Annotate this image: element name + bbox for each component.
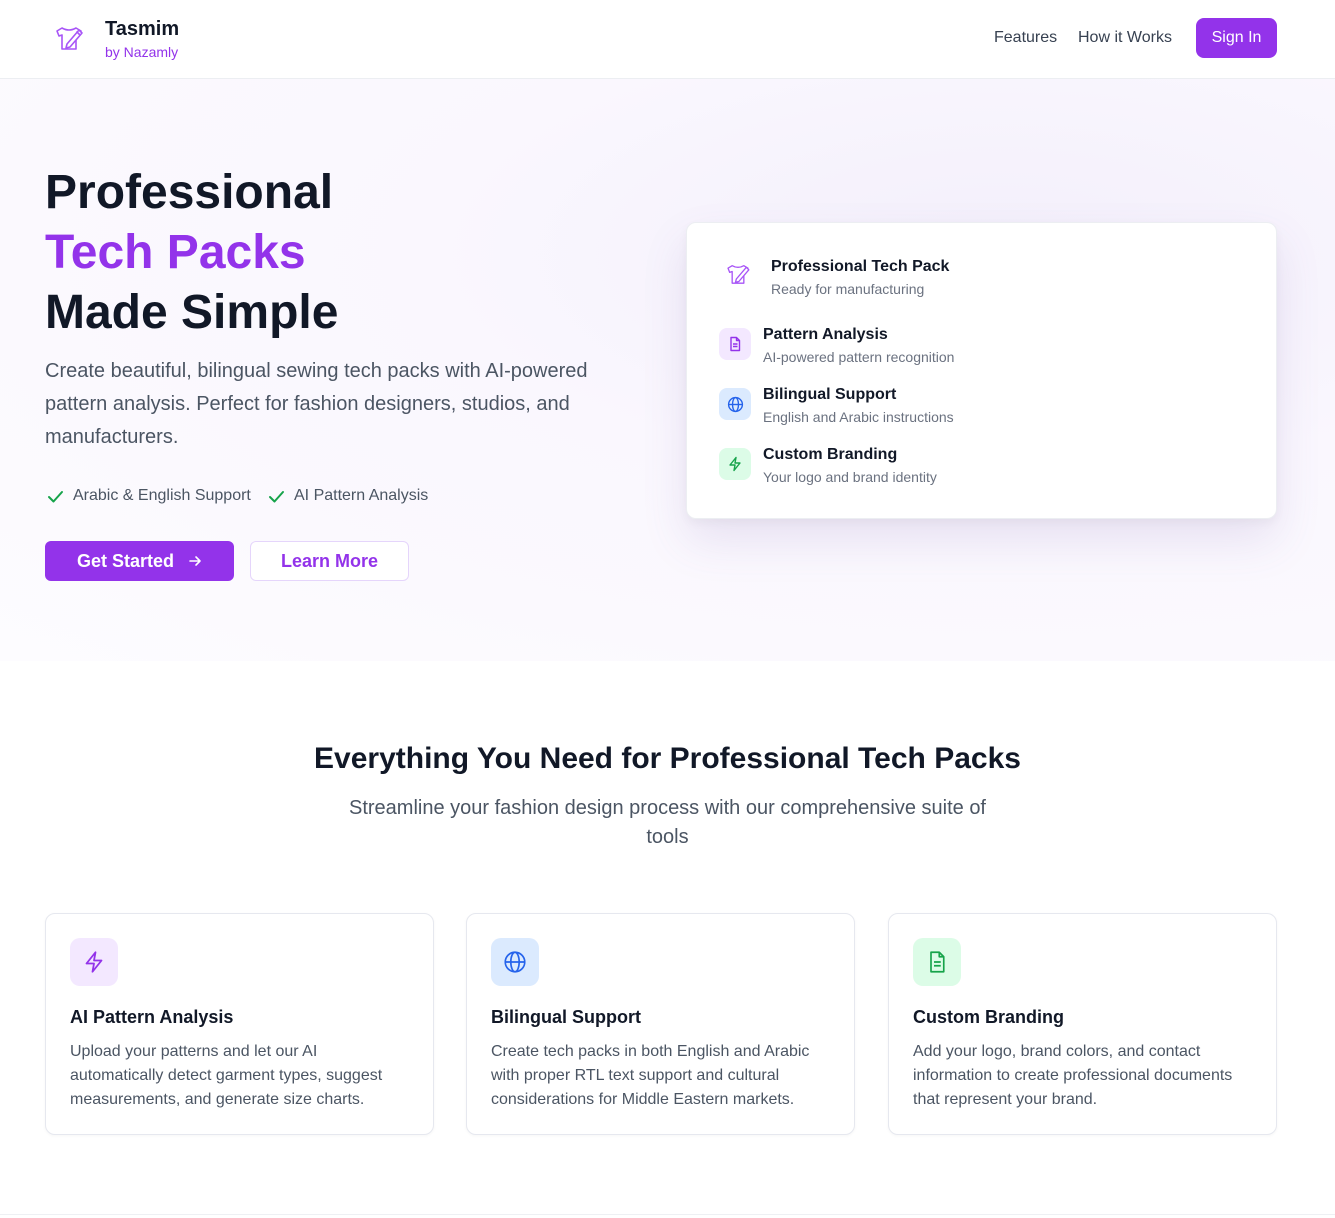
feature-card-title: Bilingual Support: [491, 1007, 641, 1027]
card-item-title: Bilingual Support: [763, 386, 897, 403]
brand-subtitle: by Nazamly: [105, 44, 179, 60]
card-item-title: Custom Branding: [763, 446, 898, 463]
feature-card-bilingual: Bilingual Support Create tech packs in b…: [466, 913, 855, 1135]
feature-card-description: Create tech packs in both English and Ar…: [491, 1043, 810, 1108]
nav-features-link[interactable]: Features: [994, 29, 1057, 47]
hero-title-line3: Made Simple: [45, 286, 339, 339]
hero-title-line1: Professional: [45, 166, 334, 219]
hero-description: Create beautiful, bilingual sewing tech …: [45, 360, 588, 448]
document-icon: [719, 328, 751, 360]
get-started-button[interactable]: Get Started: [45, 541, 234, 581]
card-item-sub: Your logo and brand identity: [763, 469, 937, 485]
lightning-icon: [70, 938, 118, 986]
get-started-label: Get Started: [76, 550, 175, 571]
globe-icon: [719, 388, 751, 420]
feature-card-title: AI Pattern Analysis: [70, 1007, 234, 1027]
features-heading: Everything You Need for Professional Tec…: [314, 742, 1021, 775]
check-label: AI Pattern Analysis: [294, 487, 429, 504]
sign-in-button[interactable]: Sign In: [1196, 18, 1277, 58]
hero-section: Professional Tech Packs Made Simple Crea…: [0, 79, 1335, 661]
feature-card-title: Custom Branding: [913, 1007, 1064, 1027]
features-subtitle: Streamline your fashion design process w…: [349, 797, 986, 848]
feature-check-bilingual: Arabic & English Support: [47, 487, 251, 505]
feature-card-ai-pattern: AI Pattern Analysis Upload your patterns…: [45, 913, 434, 1135]
section-divider: [0, 1214, 1335, 1215]
learn-more-button[interactable]: Learn More: [250, 541, 409, 581]
check-label: Arabic & English Support: [73, 487, 251, 504]
feature-check-ai: AI Pattern Analysis: [268, 487, 428, 505]
tech-pack-preview-card: Professional Tech Pack Ready for manufac…: [686, 222, 1277, 519]
shirt-pencil-icon: [721, 257, 755, 291]
card-item-sub: English and Arabic instructions: [763, 409, 954, 425]
feature-card-branding: Custom Branding Add your logo, brand col…: [888, 913, 1277, 1135]
globe-icon: [491, 938, 539, 986]
card-item-title: Pattern Analysis: [763, 326, 888, 343]
site-header: Tasmim by Nazamly Features How it Works …: [0, 0, 1335, 79]
arrow-right-icon: [189, 556, 201, 566]
card-item-sub: AI-powered pattern recognition: [763, 349, 955, 365]
document-icon: [913, 938, 961, 986]
brand-name[interactable]: Tasmim: [105, 18, 179, 41]
card-subtitle: Ready for manufacturing: [771, 281, 925, 297]
shirt-pencil-logo-icon[interactable]: [51, 20, 87, 56]
check-icon: [269, 490, 284, 502]
nav-how-it-works-link[interactable]: How it Works: [1078, 29, 1172, 47]
feature-card-description: Add your logo, brand colors, and contact…: [913, 1043, 1233, 1108]
lightning-icon: [719, 448, 751, 480]
feature-card-description: Upload your patterns and let our AI auto…: [70, 1043, 383, 1108]
card-title: Professional Tech Pack: [771, 258, 950, 275]
check-icon: [48, 490, 63, 502]
hero-title-line2: Tech Packs: [45, 226, 306, 279]
